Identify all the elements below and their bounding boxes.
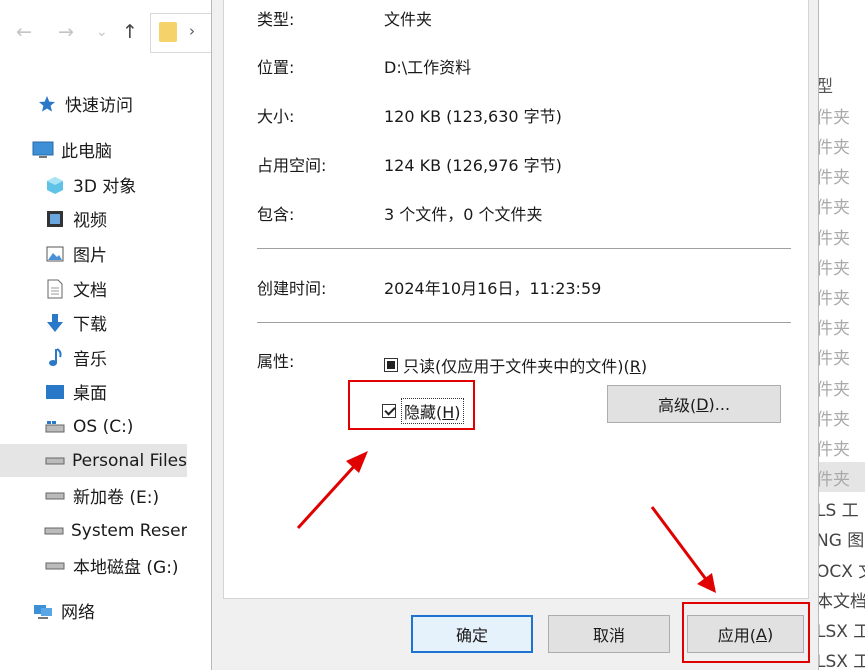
cube-icon [44,175,66,195]
nav-item-desktop[interactable]: 桌面 [44,375,107,408]
file-row-type[interactable]: 件夹 [816,133,850,158]
general-tab-panel: 类型: 文件夹 位置: D:\工作资料 大小: 120 KB (123,630 … [223,0,809,599]
contains-value: 3 个文件，0 个文件夹 [384,205,543,224]
created-label: 创建时间: [257,279,327,298]
explorer-toolbar: ← → ⌄ ↑ › [0,0,222,64]
music-icon [44,347,66,368]
nav-item-drive-e[interactable]: 新加卷 (E:) [44,479,159,512]
video-icon [44,209,66,229]
nav-item-personal-files[interactable]: Personal Files [0,444,187,477]
checkbox-indeterminate-icon[interactable] [384,358,398,372]
nav-item-documents[interactable]: 文档 [44,272,107,305]
document-icon [44,279,66,299]
nav-item-quick-access[interactable]: 快速访问 [36,87,133,120]
file-row-type[interactable]: 件夹 [816,254,850,279]
type-value: 文件夹 [384,10,433,29]
nav-item-3d-objects[interactable]: 3D 对象 [44,168,136,201]
desktop-icon [44,382,66,402]
file-row-type[interactable]: LSX 工 [816,647,865,668]
chevron-right-icon[interactable]: › [189,22,195,40]
nav-item-label: 本地磁盘 (G:) [73,558,179,578]
back-button[interactable]: ← [16,20,32,44]
nav-item-label: 3D 对象 [73,177,137,197]
network-icon [32,601,54,621]
file-row-type[interactable]: 件夹 [816,284,850,309]
nav-item-downloads[interactable]: 下载 [44,306,107,339]
file-row-type[interactable]: 件夹 [816,435,850,460]
file-row-type[interactable]: LS 工 [816,496,859,521]
nav-item-this-pc[interactable]: 此电脑 [32,133,112,166]
file-row-type[interactable]: 件夹 [816,103,850,128]
computer-icon [32,140,54,160]
nav-item-label: 新加卷 (E:) [73,488,160,508]
nav-item-drive-c[interactable]: OS (C:) [44,410,133,443]
nav-item-label: OS (C:) [73,416,134,437]
file-row-type[interactable]: 件夹 [816,314,850,339]
recent-locations-button[interactable]: ⌄ [96,20,108,44]
file-row-type[interactable]: 件夹 [816,344,850,369]
drive-icon [44,521,64,541]
size-on-disk-label: 占用空间: [257,156,327,175]
size-value: 120 KB (123,630 字节) [384,107,562,126]
drive-icon [44,451,65,471]
attributes-label: 属性: [257,352,295,371]
divider [257,322,791,323]
location-label: 位置: [257,58,295,77]
nav-item-network[interactable]: 网络 [32,594,95,627]
apply-button-highlight-box [682,602,810,663]
nav-item-label: 此电脑 [61,142,112,162]
nav-item-label: 图片 [73,246,107,266]
file-row-type[interactable]: 件夹 [816,375,850,400]
drive-icon [44,417,66,437]
type-label: 类型: [257,10,295,29]
nav-item-label: 快速访问 [65,96,133,116]
nav-item-label: System Reser [71,520,187,541]
created-value: 2024年10月16日，11:23:59 [384,279,602,298]
file-row-type[interactable]: 件夹 [816,163,850,188]
advanced-button[interactable]: 高级(D)... [607,385,781,423]
size-label: 大小: [257,107,295,126]
drive-icon [44,486,66,506]
forward-button[interactable]: → [58,20,74,44]
location-value: D:\工作资料 [384,58,472,77]
up-button[interactable]: ↑ [122,20,138,44]
nav-item-drive-g[interactable]: 本地磁盘 (G:) [44,549,179,582]
file-row-type[interactable]: OCX 文 [816,557,865,582]
file-row-type[interactable]: 件夹 [816,193,850,218]
nav-item-label: 音乐 [73,350,107,370]
file-row-type[interactable]: 件夹 [816,224,850,249]
nav-item-system-reserved[interactable]: System Reser [44,514,187,547]
nav-item-label: 下载 [73,315,107,335]
download-icon [44,313,66,333]
file-row-type[interactable]: 本文档 [816,587,865,612]
star-icon [36,94,58,114]
picture-icon [44,244,66,264]
ok-button[interactable]: 确定 [411,615,533,653]
readonly-checkbox[interactable]: 只读(仅应用于文件夹中的文件)(R) [384,353,647,377]
nav-item-music[interactable]: 音乐 [44,341,107,374]
nav-item-label: 视频 [73,211,107,231]
folder-properties-dialog: 类型: 文件夹 位置: D:\工作资料 大小: 120 KB (123,630 … [211,0,819,670]
nav-item-videos[interactable]: 视频 [44,202,107,235]
folder-icon [159,22,177,42]
drive-icon [44,556,66,576]
nav-item-label: 网络 [61,603,95,623]
readonly-checkbox-label: 只读(仅应用于文件夹中的文件)(R) [403,357,648,376]
nav-item-label: 桌面 [73,384,107,404]
nav-item-label: 文档 [73,281,107,301]
file-row-type[interactable]: NG 图 [816,526,864,551]
divider [257,248,791,249]
file-row-type[interactable]: 件夹 [816,465,850,490]
nav-item-pictures[interactable]: 图片 [44,237,107,270]
size-on-disk-value: 124 KB (126,976 字节) [384,156,562,175]
contains-label: 包含: [257,205,295,224]
cancel-button[interactable]: 取消 [548,615,670,653]
file-row-type[interactable]: LSX 工 [816,617,865,642]
nav-item-label: Personal Files [72,450,187,471]
hidden-checkbox-highlight-box [348,380,475,430]
file-row-type[interactable]: 件夹 [816,405,850,430]
